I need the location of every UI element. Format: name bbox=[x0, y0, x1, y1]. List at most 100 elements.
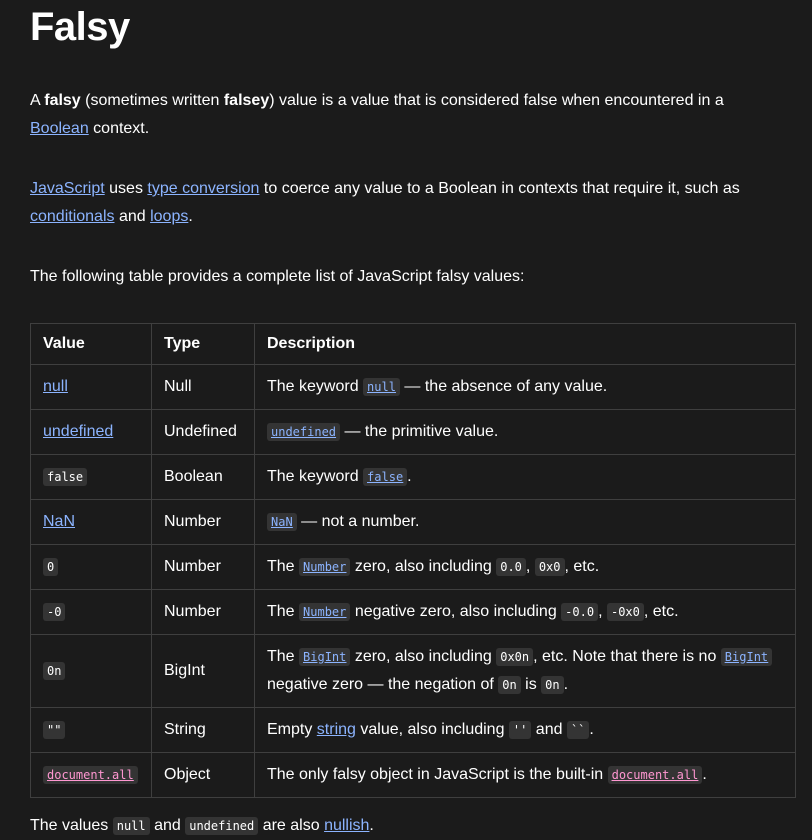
undefined-link[interactable]: undefined bbox=[43, 423, 113, 440]
bigint-code-link[interactable]: BigInt bbox=[720, 648, 773, 666]
header-value: Value bbox=[30, 323, 152, 365]
falsy-term: falsy bbox=[44, 92, 81, 109]
false-code-link[interactable]: false bbox=[363, 468, 408, 486]
desc-text: The bbox=[267, 648, 300, 665]
zero-code: 0 bbox=[43, 558, 59, 576]
javascript-link[interactable]: JavaScript bbox=[30, 180, 105, 197]
document-all-code[interactable]: document.all bbox=[607, 766, 703, 784]
document-all-code-link[interactable]: document.all bbox=[607, 766, 703, 784]
inline-code: 0n bbox=[541, 676, 564, 694]
footer-text: are also bbox=[258, 817, 325, 834]
table-row: -0 Number The Number negative zero, also… bbox=[30, 589, 796, 635]
table-intro: The following table provides a complete … bbox=[30, 268, 525, 285]
description-cell: The BigInt zero, also including 0x0n, et… bbox=[254, 634, 796, 708]
number-code-link[interactable]: Number bbox=[299, 558, 351, 576]
bigint-code[interactable]: BigInt bbox=[720, 648, 773, 666]
desc-text: negative zero — the negation of bbox=[267, 676, 499, 693]
value-cell: undefined bbox=[30, 409, 152, 455]
description-cell: The Number negative zero, also including… bbox=[254, 589, 796, 635]
desc-text: value, also including bbox=[355, 721, 509, 738]
description-cell: The Number zero, also including 0.0, 0x0… bbox=[254, 544, 796, 590]
bigint-code[interactable]: BigInt bbox=[299, 648, 351, 666]
false-code[interactable]: false bbox=[363, 468, 408, 486]
nan-code[interactable]: NaN bbox=[267, 513, 297, 531]
inline-code: -0x0 bbox=[606, 603, 644, 621]
type-cell: Boolean bbox=[151, 454, 255, 500]
nan-code-link[interactable]: NaN bbox=[267, 513, 297, 531]
inline-code: 0x0n bbox=[496, 648, 534, 666]
negative-zero-code: -0 bbox=[43, 603, 66, 621]
null-code: null bbox=[112, 817, 150, 835]
desc-text: , etc. bbox=[643, 603, 679, 620]
conditionals-link[interactable]: conditionals bbox=[30, 208, 115, 225]
desc-text: , bbox=[525, 558, 535, 575]
table-row: undefined Undefined undefined — the prim… bbox=[30, 409, 796, 455]
number-code[interactable]: Number bbox=[299, 603, 351, 621]
value-cell: -0 bbox=[30, 589, 152, 635]
value-cell: null bbox=[30, 364, 152, 410]
desc-text: zero, also including bbox=[350, 648, 497, 665]
desc-text: is bbox=[520, 676, 542, 693]
description-cell: The keyword false. bbox=[254, 454, 796, 500]
value-cell: document.all bbox=[30, 752, 152, 798]
document-all-code[interactable]: document.all bbox=[43, 766, 138, 784]
bigint-zero-code: 0n bbox=[43, 662, 66, 680]
type-cell: Number bbox=[151, 589, 255, 635]
intro-text: (sometimes written bbox=[80, 92, 224, 109]
intro-text: context. bbox=[88, 120, 150, 137]
value-cell: "" bbox=[30, 707, 152, 753]
desc-text: . bbox=[702, 766, 707, 783]
conversion-paragraph: JavaScript uses type conversion to coerc… bbox=[30, 175, 782, 231]
type-cell: BigInt bbox=[151, 634, 255, 708]
number-code-link[interactable]: Number bbox=[299, 603, 351, 621]
desc-text: — not a number. bbox=[296, 513, 420, 530]
nullish-link[interactable]: nullish bbox=[324, 817, 369, 834]
article: Falsy A falsy (sometimes written falsey)… bbox=[0, 0, 812, 840]
type-cell: Object bbox=[151, 752, 255, 798]
nan-link[interactable]: NaN bbox=[43, 513, 75, 530]
value-cell: false bbox=[30, 454, 152, 500]
null-link[interactable]: null bbox=[43, 378, 68, 395]
inline-code: 0.0 bbox=[496, 558, 526, 576]
description-cell: NaN — not a number. bbox=[254, 499, 796, 545]
footer-text: and bbox=[149, 817, 186, 834]
inline-code: '' bbox=[508, 721, 532, 739]
desc-text: negative zero, also including bbox=[350, 603, 562, 620]
footer-text: . bbox=[369, 817, 374, 834]
document-all-link[interactable]: document.all bbox=[43, 766, 138, 784]
desc-text: The keyword bbox=[267, 378, 364, 395]
header-type: Type bbox=[151, 323, 255, 365]
table-row: null Null The keyword null — the absence… bbox=[30, 364, 796, 410]
description-cell: The keyword null — the absence of any va… bbox=[254, 364, 796, 410]
number-code[interactable]: Number bbox=[299, 558, 351, 576]
footer-text: The values bbox=[30, 817, 113, 834]
null-code[interactable]: null bbox=[363, 378, 400, 396]
value-cell: 0 bbox=[30, 544, 152, 590]
conversion-text: uses bbox=[104, 180, 148, 197]
description-cell: Empty string value, also including '' an… bbox=[254, 707, 796, 753]
null-code-link[interactable]: null bbox=[363, 378, 400, 396]
table-row: 0n BigInt The BigInt zero, also includin… bbox=[30, 634, 796, 708]
type-cell: Undefined bbox=[151, 409, 255, 455]
undefined-code[interactable]: undefined bbox=[267, 423, 341, 441]
loops-link[interactable]: loops bbox=[150, 208, 188, 225]
description-cell: undefined — the primitive value. bbox=[254, 409, 796, 455]
header-description: Description bbox=[254, 323, 796, 365]
value-cell: 0n bbox=[30, 634, 152, 708]
nullish-paragraph: The values null and undefined are also n… bbox=[30, 812, 782, 840]
inline-code: `` bbox=[566, 721, 590, 739]
desc-text: — the primitive value. bbox=[340, 423, 499, 440]
boolean-link[interactable]: Boolean bbox=[30, 120, 89, 137]
empty-string-code: "" bbox=[43, 721, 66, 739]
description-cell: The only falsy object in JavaScript is t… bbox=[254, 752, 796, 798]
bigint-code-link[interactable]: BigInt bbox=[299, 648, 351, 666]
desc-text: The bbox=[267, 558, 300, 575]
type-cell: Number bbox=[151, 499, 255, 545]
string-link[interactable]: string bbox=[317, 721, 356, 738]
type-cell: String bbox=[151, 707, 255, 753]
undefined-code-link[interactable]: undefined bbox=[267, 423, 341, 441]
false-code: false bbox=[43, 468, 88, 486]
type-conversion-link[interactable]: type conversion bbox=[147, 180, 259, 197]
intro-text: ) value is a value that is considered fa… bbox=[269, 92, 724, 109]
desc-text: zero, also including bbox=[350, 558, 497, 575]
